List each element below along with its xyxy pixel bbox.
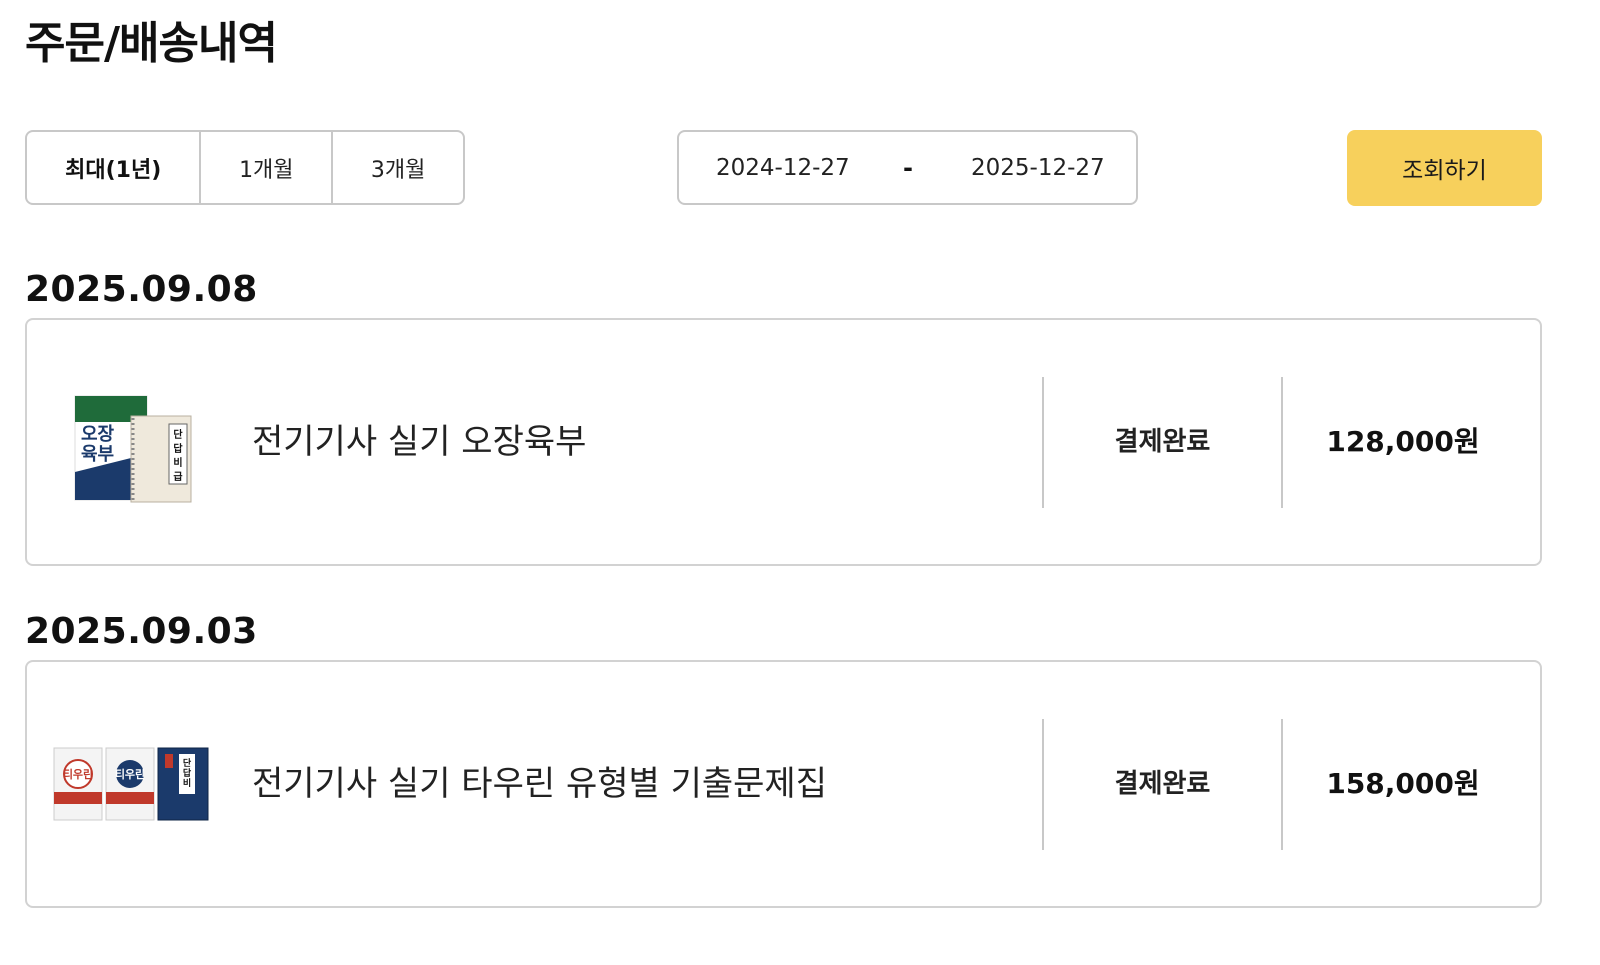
- date-separator: -: [903, 153, 913, 182]
- order-card[interactable]: 오장 육부 단 답 비 급 전기기사 실기 오장육부 결제완료 128,000원: [25, 318, 1542, 566]
- svg-text:단: 단: [183, 757, 192, 769]
- svg-text:급: 급: [173, 471, 182, 483]
- order-date-heading: 2025.09.08: [25, 269, 258, 310]
- svg-text:비: 비: [183, 777, 191, 789]
- period-button-1-month[interactable]: 1개월: [199, 132, 331, 203]
- page-title: 주문/배송내역: [25, 18, 278, 69]
- order-price: 128,000원: [1326, 425, 1480, 458]
- order-card[interactable]: 티우린 티우린 단 답 비 전기기사 실기 타우린 유형별 기출문제집 결제완료…: [25, 660, 1542, 908]
- order-history-page: 주문/배송내역 최대(1년) 1개월 3개월 2024-12-27 - 2025…: [0, 0, 1600, 965]
- svg-text:티우린: 티우린: [115, 767, 145, 781]
- svg-text:단: 단: [173, 428, 183, 441]
- svg-text:육부: 육부: [81, 444, 114, 465]
- payment-status: 결제완료: [1114, 769, 1211, 799]
- period-button-max-1-year[interactable]: 최대(1년): [27, 132, 199, 203]
- svg-text:티우린: 티우린: [63, 767, 93, 781]
- product-name[interactable]: 전기기사 실기 타우린 유형별 기출문제집: [252, 754, 827, 814]
- search-button[interactable]: 조회하기: [1347, 130, 1542, 206]
- order-price: 158,000원: [1326, 767, 1480, 800]
- period-filter: 최대(1년) 1개월 3개월: [25, 130, 465, 205]
- end-date-input[interactable]: 2025-12-27: [971, 132, 1131, 203]
- period-button-3-months[interactable]: 3개월: [331, 132, 463, 203]
- svg-text:답: 답: [183, 767, 192, 779]
- start-date-input[interactable]: 2024-12-27: [716, 132, 876, 203]
- payment-status: 결제완료: [1114, 427, 1211, 457]
- book-title-text: 오장: [81, 424, 115, 445]
- svg-text:답: 답: [173, 443, 183, 455]
- book-bundle-thumbnail-icon: 오장 육부 단 답 비 급: [73, 392, 193, 508]
- product-name[interactable]: 전기기사 실기 오장육부: [252, 412, 586, 472]
- order-date-heading: 2025.09.03: [25, 611, 258, 652]
- book-bundle-thumbnail-icon: 티우린 티우린 단 답 비: [53, 746, 215, 826]
- svg-text:비: 비: [173, 456, 182, 469]
- date-range-picker: 2024-12-27 - 2025-12-27: [677, 130, 1138, 205]
